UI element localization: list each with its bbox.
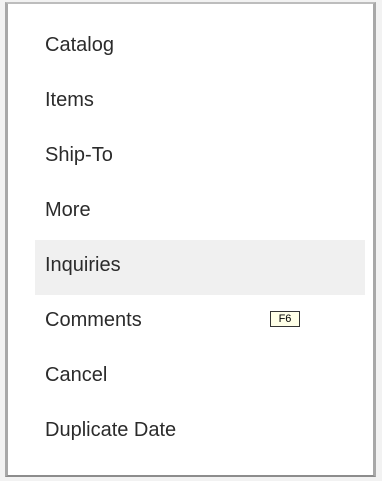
menu-item-label: Duplicate Date (45, 419, 177, 441)
menu-item-more[interactable]: More (35, 185, 365, 240)
shortcut-badge: F6 (270, 311, 300, 327)
menu-item-label: Inquiries (45, 254, 121, 276)
menu-item-duplicate-date[interactable]: Duplicate Date (35, 405, 365, 460)
menu-item-label: Comments (45, 309, 142, 331)
menu-item-comments[interactable]: Comments F6 (35, 295, 365, 350)
menu-item-label: Items (45, 89, 94, 111)
menu-list: Catalog Items Ship-To More Inquiries Com… (35, 20, 365, 460)
menu-item-label: More (45, 199, 91, 221)
menu-item-cancel[interactable]: Cancel (35, 350, 365, 405)
menu-item-inquiries[interactable]: Inquiries (35, 240, 365, 295)
menu-item-label: Ship-To (45, 144, 113, 166)
menu-item-ship-to[interactable]: Ship-To (35, 130, 365, 185)
menu-item-label: Catalog (45, 34, 114, 56)
context-menu: Catalog Items Ship-To More Inquiries Com… (5, 2, 376, 477)
menu-item-label: Cancel (45, 364, 108, 386)
menu-item-catalog[interactable]: Catalog (35, 20, 365, 75)
menu-item-items[interactable]: Items (35, 75, 365, 130)
